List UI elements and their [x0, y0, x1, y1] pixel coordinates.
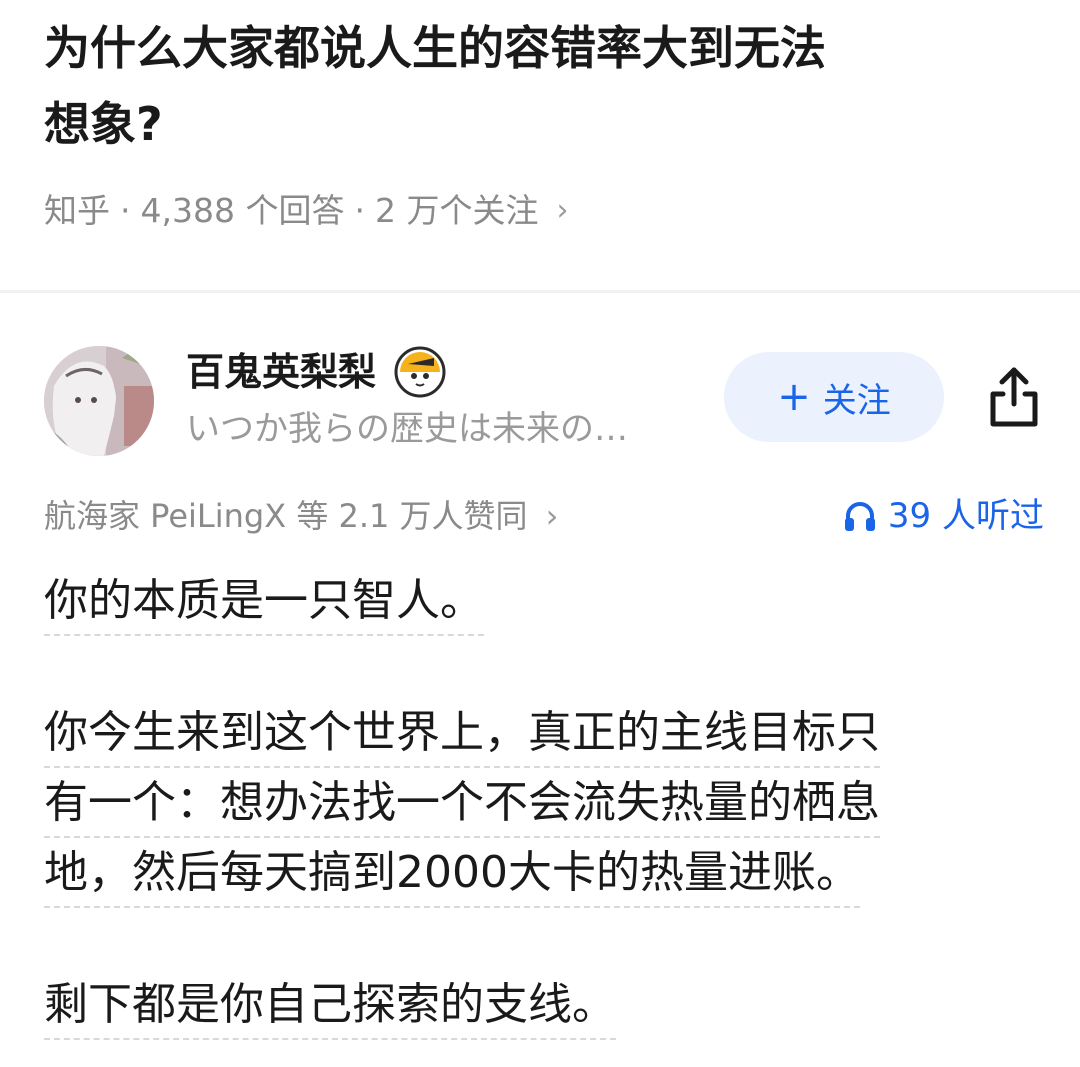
plus-icon: +: [777, 374, 811, 420]
answer-line: 剩下都是你自己探索的支线。: [44, 974, 616, 1040]
avatar-image: [44, 346, 154, 456]
chevron-right-icon: ›: [556, 193, 569, 228]
question-title-line2: 想象?: [44, 97, 163, 151]
answer-paragraph: 剩下都是你自己探索的支线。: [44, 974, 1044, 1044]
listen-info[interactable]: 39 人听过: [842, 490, 1044, 542]
question-meta[interactable]: 知乎 · 4,388 个回答 · 2 万个关注 ›: [44, 186, 568, 236]
follow-button[interactable]: + 关注: [724, 352, 944, 442]
headphone-icon: [844, 502, 875, 531]
follow-button-label: 关注: [822, 380, 891, 421]
author-name[interactable]: 百鬼英梨梨: [186, 347, 376, 397]
answer-line: 你今生来到这个世界上，真正的主线目标只: [44, 702, 880, 768]
answer-paragraph: 你今生来到这个世界上，真正的主线目标只 有一个：想办法找一个不会流失热量的栖息 …: [44, 702, 1044, 912]
answer-line: 地，然后每天搞到2000大卡的热量进账。: [44, 842, 860, 908]
source-label: 知乎: [44, 191, 110, 230]
question-title-line1: 为什么大家都说人生的容错率大到无法: [44, 21, 826, 75]
avatar[interactable]: [44, 346, 154, 456]
answer-body: 你的本质是一只智人。 你今生来到这个世界上，真正的主线目标只 有一个：想办法找一…: [44, 570, 1044, 1067]
author-name-wrap: 百鬼英梨梨: [186, 346, 446, 398]
author-bio: いつか我らの歴史は未来の…: [186, 409, 628, 449]
upvote-count: 航海家 PeiLingX 等 2.1 万人赞同: [44, 497, 528, 535]
section-divider: [0, 290, 1080, 293]
answers-count: 4,388 个回答: [140, 191, 345, 230]
meta-separator: ·: [354, 191, 365, 230]
avatar-badge-icon: [394, 346, 446, 398]
listen-count: 39 人听过: [887, 496, 1044, 536]
answer-paragraph: 你的本质是一只智人。: [44, 570, 1044, 640]
question-title[interactable]: 为什么大家都说人生的容错率大到无法 想象?: [44, 10, 1044, 162]
chevron-right-icon: ›: [545, 497, 559, 535]
answer-page: 为什么大家都说人生的容错率大到无法 想象? 知乎 · 4,388 个回答 · 2…: [0, 0, 1080, 1067]
stats-row: 航海家 PeiLingX 等 2.1 万人赞同 › 39 人听过: [44, 490, 1044, 542]
upvote-summary[interactable]: 航海家 PeiLingX 等 2.1 万人赞同 ›: [44, 490, 558, 542]
answer-line: 有一个：想办法找一个不会流失热量的栖息: [44, 772, 880, 838]
meta-separator: ·: [120, 191, 131, 230]
follow-count: 2 万个关注: [374, 191, 539, 230]
answer-line: 你的本质是一只智人。: [44, 570, 484, 636]
author-row: 百鬼英梨梨 いつか我らの歴史は未来の… + 关注: [44, 340, 1044, 460]
share-icon[interactable]: [979, 362, 1049, 432]
